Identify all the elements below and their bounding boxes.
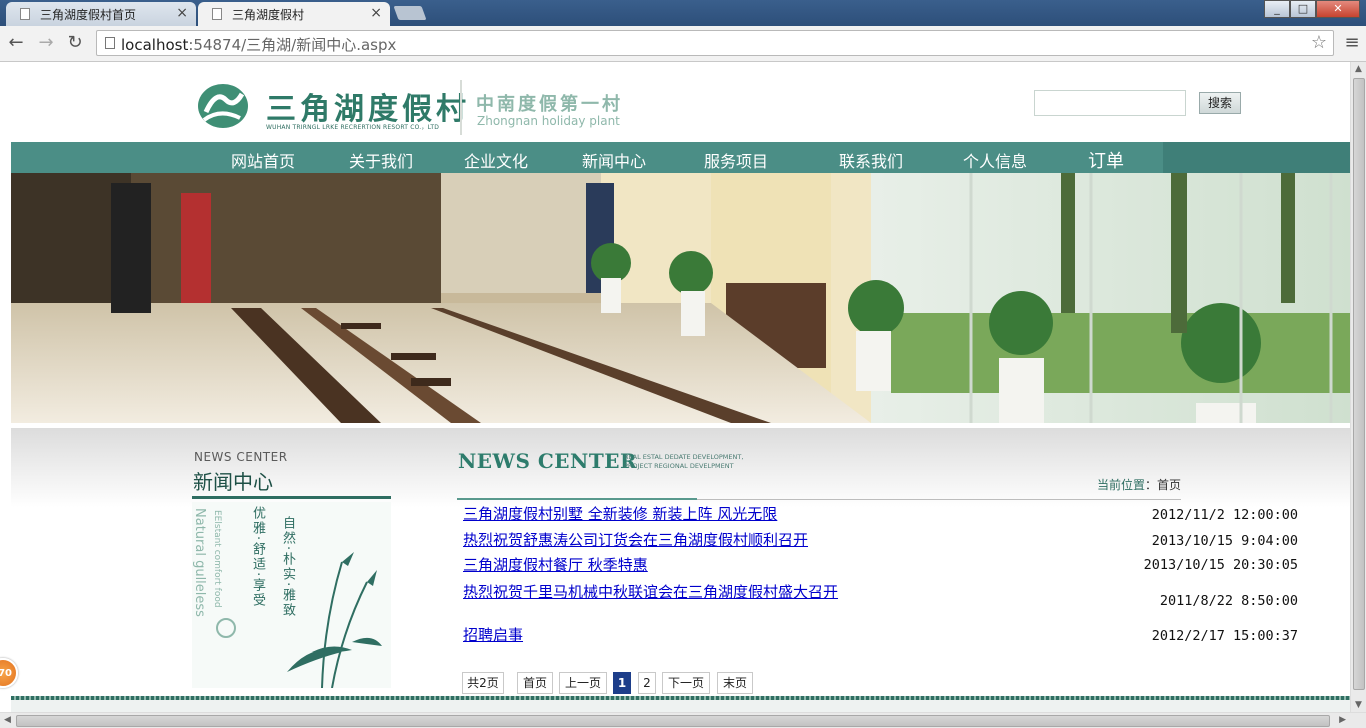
- nav-item-profile[interactable]: 个人信息: [963, 148, 1027, 172]
- header-divider: [460, 80, 462, 135]
- vertical-scroll-thumb[interactable]: [1353, 78, 1365, 690]
- content-divider-accent: [457, 498, 697, 500]
- breadcrumb-current[interactable]: 首页: [1157, 478, 1181, 492]
- browser-tab-home[interactable]: 三角湖度假村首页 ×: [6, 2, 196, 26]
- page-viewport: 三角湖度假村 WUHAN TRIRNGL LRKE RECRERTION RES…: [0, 62, 1350, 712]
- content-heading: NEWS CENTER: [458, 449, 638, 473]
- nav-item-news[interactable]: 新闻中心: [582, 148, 646, 172]
- scroll-right-arrow-icon[interactable]: ▶: [1339, 715, 1346, 725]
- nav-item-services[interactable]: 服务项目: [704, 148, 768, 172]
- sidebar-title-cn: 新闻中心: [193, 470, 273, 494]
- close-window-button[interactable]: ✕: [1316, 0, 1360, 18]
- page-icon: [20, 8, 30, 20]
- search-button[interactable]: 搜索: [1199, 92, 1241, 114]
- new-tab-button[interactable]: [393, 6, 427, 20]
- back-arrow-icon[interactable]: ←: [4, 32, 28, 53]
- url-text[interactable]: localhost:54874/三角湖/新闻中心.aspx: [121, 34, 396, 55]
- nav-item-about[interactable]: 关于我们: [349, 148, 413, 172]
- news-link[interactable]: 热烈祝贺舒惠涛公司订货会在三角湖度假村顺利召开: [463, 532, 853, 549]
- art-text-en2: Natural gulleless: [192, 508, 207, 617]
- nav-item-orders[interactable]: 订单: [1088, 147, 1124, 173]
- news-date: 2012/2/17 15:00:37: [1151, 628, 1298, 644]
- pager-first[interactable]: 首页: [517, 672, 553, 694]
- window-controls: _ □ ✕: [1264, 0, 1360, 18]
- scroll-down-arrow-icon[interactable]: ▼: [1355, 700, 1362, 710]
- sidebar-divider: [192, 496, 391, 499]
- art-text-col1: 自然·朴实·雅致: [280, 516, 295, 619]
- slogan-cn: 中南度假第一村: [476, 94, 623, 115]
- news-link[interactable]: 热烈祝贺千里马机械中秋联谊会在三角湖度假村盛大召开: [463, 584, 849, 601]
- vertical-scrollbar[interactable]: ▲ ▼: [1350, 62, 1366, 712]
- content-divider: [697, 499, 1181, 500]
- news-link[interactable]: 三角湖度假村别墅 全新装修 新装上阵 风光无限: [463, 506, 853, 523]
- maximize-button[interactable]: □: [1290, 0, 1316, 18]
- logo-subtitle: WUHAN TRIRNGL LRKE RECRERTION RESORT CO.…: [266, 124, 440, 131]
- pager-prev[interactable]: 上一页: [559, 672, 607, 694]
- search-input[interactable]: [1034, 90, 1186, 116]
- pager-next[interactable]: 下一页: [662, 672, 710, 694]
- art-text-en1: EElstant comfort food: [212, 510, 222, 608]
- horizontal-scroll-thumb[interactable]: [16, 715, 1330, 727]
- menu-icon[interactable]: ≡: [1342, 32, 1362, 53]
- banner-lobby-image: [11, 173, 1350, 423]
- page-icon: [212, 8, 222, 20]
- close-icon[interactable]: ×: [176, 5, 188, 21]
- slogan-en: Zhongnan holiday plant: [477, 114, 620, 128]
- nav-item-contact[interactable]: 联系我们: [839, 148, 903, 172]
- news-date: 2013/10/15 9:04:00: [1151, 533, 1298, 549]
- content-heading-sub1: REAL ESTAL DEDATE DEVELOPMENT,: [624, 453, 744, 461]
- news-date: 2012/11/2 12:00:00: [1151, 507, 1298, 523]
- sidebar-bamboo-artwork: 自然·朴实·雅致 优雅·舒适·享受 EElstant comfort food …: [192, 502, 391, 688]
- breadcrumb-separator: ：: [1145, 478, 1158, 492]
- breadcrumb-label: 当前位置: [1097, 478, 1146, 492]
- resort-logo-icon: [198, 84, 248, 128]
- breadcrumb: 当前位置：首页: [1097, 476, 1181, 493]
- news-link[interactable]: 三角湖度假村餐厅 秋季特惠: [463, 557, 853, 574]
- footer-band: [11, 700, 1350, 712]
- pager-total: 共2页: [462, 672, 504, 694]
- page-icon: [105, 37, 115, 49]
- browser-toolbar: ← → ↻ localhost:54874/三角湖/新闻中心.aspx ☆ ≡: [0, 26, 1366, 62]
- pager-last[interactable]: 末页: [717, 672, 753, 694]
- tab-title: 三角湖度假村首页: [40, 8, 137, 22]
- address-bar[interactable]: localhost:54874/三角湖/新闻中心.aspx ☆: [96, 30, 1334, 56]
- close-icon[interactable]: ×: [370, 5, 382, 21]
- news-date: 2013/10/15 20:30:05: [1143, 557, 1298, 573]
- main-nav: 网站首页 关于我们 企业文化 新闻中心 服务项目 联系我们 个人信息 订单: [11, 142, 1350, 173]
- reload-icon[interactable]: ↻: [63, 32, 87, 53]
- browser-tab-strip: 三角湖度假村首页 × 三角湖度假村 × _ □ ✕: [0, 0, 1366, 26]
- news-link[interactable]: 招聘启事: [463, 627, 853, 644]
- scroll-up-arrow-icon[interactable]: ▲: [1355, 64, 1362, 74]
- pager-page-2[interactable]: 2: [638, 672, 656, 694]
- bookmark-star-icon[interactable]: ☆: [1311, 32, 1327, 53]
- nav-item-culture[interactable]: 企业文化: [464, 148, 528, 172]
- nav-highlight: [1163, 142, 1350, 173]
- content-heading-sub2: PROJECT REGIONAL DEVELPMENT: [624, 462, 734, 470]
- nav-item-home[interactable]: 网站首页: [231, 148, 295, 172]
- pager-page-1[interactable]: 1: [613, 672, 631, 694]
- minimize-button[interactable]: _: [1264, 0, 1290, 18]
- browser-tab-current[interactable]: 三角湖度假村 ×: [198, 2, 390, 26]
- sidebar-title-en: NEWS CENTER: [194, 450, 288, 464]
- forward-arrow-icon[interactable]: →: [34, 32, 58, 53]
- scroll-left-arrow-icon[interactable]: ◀: [4, 715, 11, 725]
- horizontal-scrollbar[interactable]: ◀ ▶: [0, 712, 1366, 728]
- art-text-col2: 优雅·舒适·享受: [250, 506, 265, 609]
- tab-title: 三角湖度假村: [232, 8, 305, 22]
- news-date: 2011/8/22 8:50:00: [1159, 593, 1298, 609]
